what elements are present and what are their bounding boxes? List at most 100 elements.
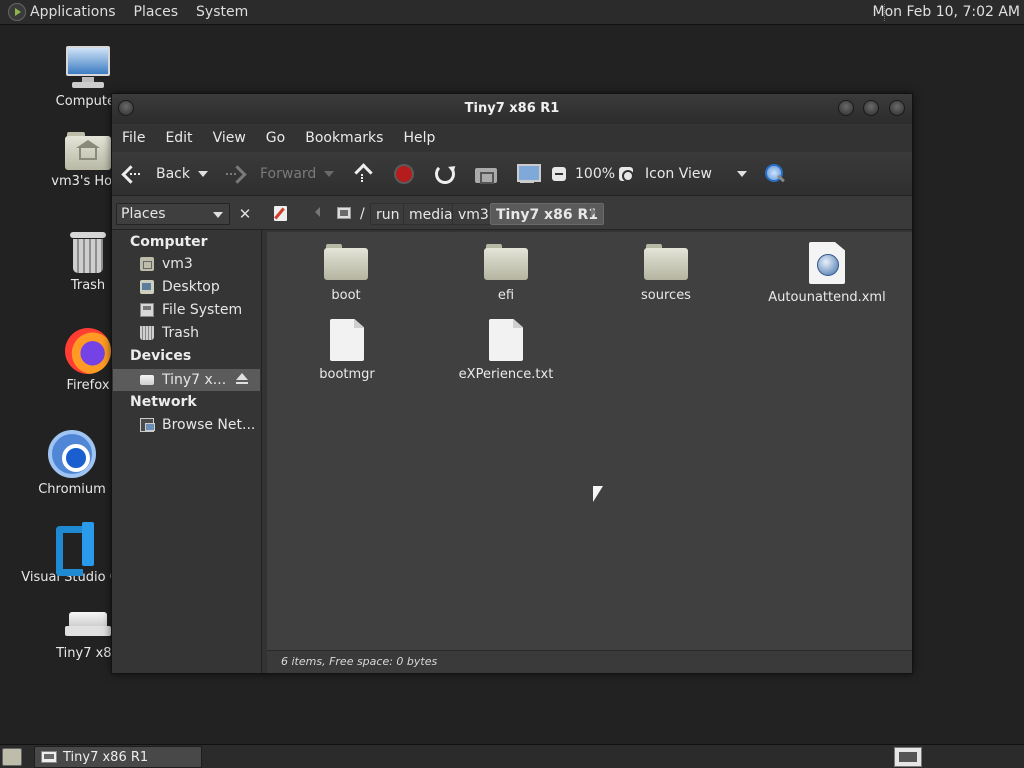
network-icon <box>140 418 155 432</box>
firefox-icon <box>65 328 111 374</box>
window-title: Tiny7 x86 R1 <box>464 101 560 116</box>
zoom-out-button[interactable] <box>552 162 566 186</box>
file-item-autounattend[interactable]: Autounattend.xml <box>767 242 887 305</box>
computer-icon <box>64 46 112 90</box>
maximize-button[interactable] <box>863 100 879 116</box>
forward-button[interactable]: Forward <box>226 162 316 186</box>
forward-arrow-icon <box>226 166 246 182</box>
file-icon <box>330 319 364 361</box>
file-item-experience[interactable]: eXPerience.txt <box>446 319 566 382</box>
text-file-icon <box>489 319 523 361</box>
vscode-icon <box>52 522 96 566</box>
minimize-button[interactable] <box>838 100 854 116</box>
toolbar: Back Forward 100% Icon View <box>112 152 912 196</box>
xml-file-icon <box>809 242 845 284</box>
folder-icon <box>324 242 368 282</box>
menu-logo-icon[interactable] <box>8 3 26 21</box>
chevron-down-icon <box>213 212 223 218</box>
breadcrumb-scroll-right-icon[interactable] <box>591 207 596 217</box>
sidebar-item-tiny7[interactable]: Tiny7 x... <box>113 369 260 391</box>
sidebar-item-label: vm3 <box>162 256 193 272</box>
sidebar-item-label: Trash <box>162 325 199 341</box>
breadcrumb-current[interactable]: Tiny7 x86 R1 <box>490 203 604 225</box>
sidebar-item-desktop[interactable]: Desktop <box>140 279 220 295</box>
breadcrumb-scroll-left-icon[interactable] <box>315 207 320 217</box>
breadcrumb-vm3[interactable]: vm3 <box>452 203 495 225</box>
home-icon <box>475 165 497 184</box>
menu-bookmarks[interactable]: Bookmarks <box>305 130 383 146</box>
file-name: boot <box>331 288 361 303</box>
sidebar-item-label: Desktop <box>162 279 220 295</box>
menu-help[interactable]: Help <box>403 130 435 146</box>
eject-icon[interactable] <box>235 373 249 385</box>
search-button[interactable] <box>765 162 785 186</box>
edit-location-button[interactable] <box>270 203 292 225</box>
file-item-sources[interactable]: sources <box>606 242 726 303</box>
sidebar-item-vm3[interactable]: vm3 <box>140 256 193 272</box>
stop-button[interactable] <box>394 162 414 186</box>
file-item-boot[interactable]: boot <box>286 242 406 303</box>
computer-button[interactable] <box>516 162 541 186</box>
reload-button[interactable] <box>435 162 455 186</box>
sidebar-item-file-system[interactable]: File System <box>140 302 242 318</box>
file-name: eXPerience.txt <box>458 367 554 382</box>
zoom-level-value: 100% <box>575 166 616 182</box>
window-titlebar[interactable]: Tiny7 x86 R1 <box>112 94 912 124</box>
desktop-icon <box>140 280 154 294</box>
trash-icon <box>140 326 154 340</box>
breadcrumb-run[interactable]: run <box>370 203 406 225</box>
up-button[interactable] <box>354 162 372 186</box>
menubar: File Edit View Go Bookmarks Help <box>112 124 912 152</box>
zoom-in-button[interactable] <box>619 162 634 186</box>
folder-icon <box>484 242 528 282</box>
drive-icon <box>65 612 111 642</box>
breadcrumb-media[interactable]: media <box>403 203 459 225</box>
back-history-dropdown[interactable] <box>198 162 208 186</box>
clock[interactable]: Mon Feb 10, 7:02 AM <box>873 4 1020 20</box>
view-mode-value: Icon View <box>645 166 712 182</box>
home-folder-icon <box>65 130 111 170</box>
applications-menu[interactable]: Applications <box>30 4 116 20</box>
chevron-down-icon <box>324 171 334 177</box>
file-item-bootmgr[interactable]: bootmgr <box>287 319 407 382</box>
home-button[interactable] <box>475 162 497 186</box>
side-pane-selector[interactable]: Places <box>116 203 230 225</box>
menu-edit[interactable]: Edit <box>165 130 192 146</box>
sidebar-section-network: Network <box>130 394 197 410</box>
filesystem-icon[interactable] <box>337 207 351 219</box>
close-button[interactable] <box>889 100 905 116</box>
close-side-pane-button[interactable]: ✕ <box>234 203 256 225</box>
menu-go[interactable]: Go <box>266 130 285 146</box>
zoom-in-icon <box>619 167 634 182</box>
search-icon <box>765 164 785 184</box>
top-panel: Applications Places System Mon Feb 10, 7… <box>0 0 1024 25</box>
view-mode-select[interactable]: Icon View <box>645 162 749 186</box>
forward-history-dropdown[interactable] <box>324 162 334 186</box>
bottom-taskbar: Tiny7 x86 R1 <box>0 744 1024 768</box>
breadcrumb-root[interactable]: / <box>355 203 370 225</box>
back-button[interactable]: Back <box>122 162 190 186</box>
menu-view[interactable]: View <box>213 130 246 146</box>
system-menu[interactable]: System <box>196 4 248 20</box>
sidebar-item-label: File System <box>162 302 243 318</box>
file-item-efi[interactable]: efi <box>446 242 566 303</box>
sidebar-section-devices: Devices <box>130 348 192 364</box>
forward-label: Forward <box>260 166 317 182</box>
file-name: sources <box>641 288 691 303</box>
taskbar-window-button[interactable]: Tiny7 x86 R1 <box>34 746 202 768</box>
stop-icon <box>394 164 414 184</box>
file-name: bootmgr <box>319 367 375 382</box>
menu-file[interactable]: File <box>122 130 145 146</box>
back-arrow-icon <box>122 166 142 182</box>
file-view[interactable]: boot efi sources Autounattend.xml bootmg… <box>267 232 912 650</box>
location-bar: Places ✕ / run media vm3 Tiny7 x86 R1 <box>112 196 912 230</box>
sidebar-item-browse-network[interactable]: Browse Net... <box>140 417 255 433</box>
sidebar-item-trash[interactable]: Trash <box>140 325 199 341</box>
places-menu[interactable]: Places <box>134 4 179 20</box>
status-bar: 6 items, Free space: 0 bytes <box>267 650 912 673</box>
chevron-down-icon <box>198 171 208 177</box>
status-text: 6 items, Free space: 0 bytes <box>281 655 438 668</box>
show-desktop-button[interactable] <box>2 748 22 766</box>
zoom-level: 100% <box>575 162 615 186</box>
workspace-switcher[interactable] <box>894 747 922 767</box>
